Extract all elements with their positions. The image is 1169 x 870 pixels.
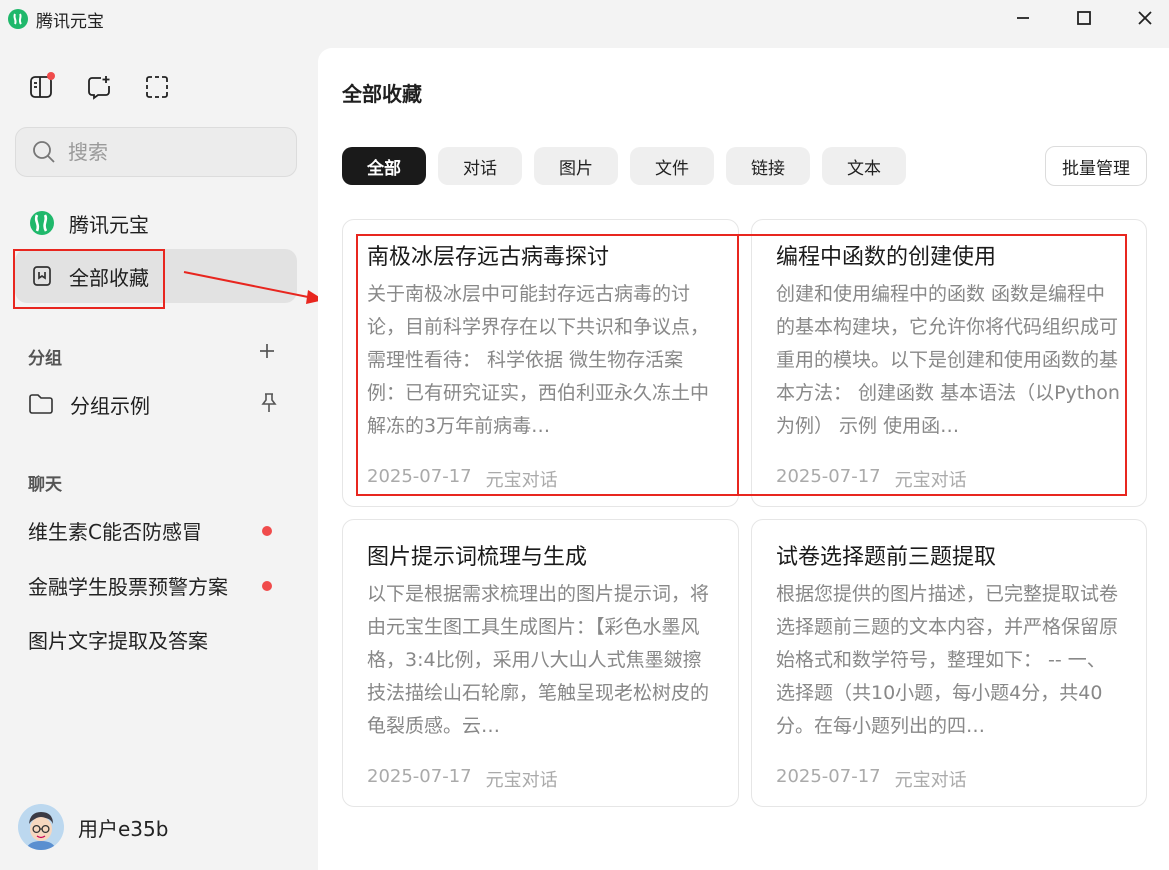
minimize-button[interactable] [999, 0, 1047, 36]
title-bar: 腾讯元宝 [0, 0, 1169, 38]
filter-tab-chat[interactable]: 对话 [438, 147, 522, 185]
search-input[interactable] [68, 140, 268, 164]
chat-item-label: 维生素C能否防感冒 [28, 519, 202, 544]
avatar [18, 804, 64, 850]
chat-item[interactable]: 维生素C能否防感冒 [28, 512, 278, 548]
pin-button[interactable] [260, 392, 278, 419]
card-body: 关于南极冰层中可能封存远古病毒的讨论，目前科学界存在以下共识和争议点，需理性看待… [367, 283, 710, 437]
folder-icon [29, 394, 53, 414]
group-section-title: 分组 [28, 349, 62, 369]
close-icon [1138, 11, 1152, 25]
arrow-annotation-icon [183, 271, 324, 304]
close-button[interactable] [1121, 0, 1169, 36]
user-profile[interactable]: 用户e35b [18, 804, 168, 850]
filter-tab-text[interactable]: 文本 [822, 147, 906, 185]
pin-icon [261, 393, 277, 412]
card-source: 元宝对话 [485, 770, 558, 791]
card-title: 图片提示词梳理与生成 [367, 545, 588, 570]
favorite-card[interactable]: 试卷选择题前三题提取 根据您提供的图片描述，已完整提取试卷选择题前三题的文本内容… [751, 519, 1147, 807]
chat-item[interactable]: 金融学生股票预警方案 [28, 567, 278, 603]
username: 用户e35b [78, 816, 169, 841]
screenshot-button[interactable] [144, 74, 170, 100]
card-date: 2025-07-17 [776, 466, 881, 487]
card-body: 根据您提供的图片描述，已完整提取试卷选择题前三题的文本内容，并严格保留原始格式和… [776, 583, 1119, 737]
card-body: 创建和使用编程中的函数 函数是编程中的基本构建块，它允许你将代码组织成可重用的模… [776, 283, 1120, 437]
favorite-card[interactable]: 图片提示词梳理与生成 以下是根据需求梳理出的图片提示词，将由元宝生图工具生成图片… [342, 519, 739, 807]
add-group-button[interactable] [256, 340, 278, 362]
maximize-icon [1077, 11, 1091, 25]
unread-dot [262, 581, 272, 591]
card-title: 试卷选择题前三题提取 [776, 545, 997, 570]
sidebar-item-label: 全部收藏 [69, 265, 149, 290]
unread-dot [262, 526, 272, 536]
favorite-card[interactable]: 南极冰层存远古病毒探讨 关于南极冰层中可能封存远古病毒的讨论，目前科学界存在以下… [342, 219, 739, 507]
highlight-divider [737, 234, 739, 496]
search-icon [33, 141, 55, 163]
favorite-card[interactable]: 编程中函数的创建使用 创建和使用编程中的函数 函数是编程中的基本构建块，它允许你… [751, 219, 1147, 507]
page-title: 全部收藏 [342, 82, 422, 106]
card-date: 2025-07-17 [776, 766, 881, 787]
filter-tab-link[interactable]: 链接 [726, 147, 810, 185]
minimize-icon [1017, 17, 1029, 19]
filter-tab-image[interactable]: 图片 [534, 147, 618, 185]
card-source: 元宝对话 [894, 470, 967, 491]
notification-dot [47, 72, 55, 80]
group-item[interactable]: 分组示例 [28, 386, 288, 422]
chat-section-title: 聊天 [28, 475, 62, 495]
window-title: 腾讯元宝 [36, 11, 104, 32]
bookmark-icon [29, 263, 55, 289]
chat-item[interactable]: 图片文字提取及答案 [28, 621, 278, 657]
card-date: 2025-07-17 [367, 466, 472, 487]
screenshot-icon [146, 76, 168, 98]
card-body: 以下是根据需求梳理出的图片提示词，将由元宝生图工具生成图片：【彩色水墨风格，3:… [367, 583, 710, 737]
user-avatar-icon [18, 804, 64, 850]
sidebar-item-yuanbao[interactable]: 腾讯元宝 [15, 196, 297, 250]
sidebar: 腾讯元宝 全部收藏 分组 分组示例 聊天 维生素C能否防感冒 金融学生股票预警方… [0, 38, 318, 870]
card-date: 2025-07-17 [367, 766, 472, 787]
sidebar-toggle-button[interactable] [28, 72, 55, 100]
main-panel: 全部收藏 全部 对话 图片 文件 链接 文本 批量管理 南极冰层存远古病毒探讨 … [318, 48, 1169, 870]
new-chat-icon [88, 76, 110, 100]
filter-tab-file[interactable]: 文件 [630, 147, 714, 185]
maximize-button[interactable] [1060, 0, 1108, 36]
batch-manage-button[interactable]: 批量管理 [1045, 146, 1147, 186]
card-title: 编程中函数的创建使用 [776, 245, 997, 270]
card-source: 元宝对话 [894, 770, 967, 791]
plus-icon [260, 344, 274, 358]
chat-item-label: 金融学生股票预警方案 [28, 574, 228, 599]
new-chat-button[interactable] [86, 74, 112, 100]
search-box[interactable] [15, 127, 297, 177]
card-title: 南极冰层存远古病毒探讨 [367, 245, 610, 270]
group-item-label: 分组示例 [70, 393, 150, 418]
yuanbao-logo-icon [29, 210, 55, 236]
card-source: 元宝对话 [485, 470, 558, 491]
filter-tabs: 全部 对话 图片 文件 链接 文本 [342, 147, 906, 185]
chat-item-label: 图片文字提取及答案 [28, 628, 208, 653]
filter-tab-all[interactable]: 全部 [342, 147, 426, 185]
sidebar-item-label: 腾讯元宝 [69, 212, 149, 237]
app-logo-icon [8, 9, 28, 29]
